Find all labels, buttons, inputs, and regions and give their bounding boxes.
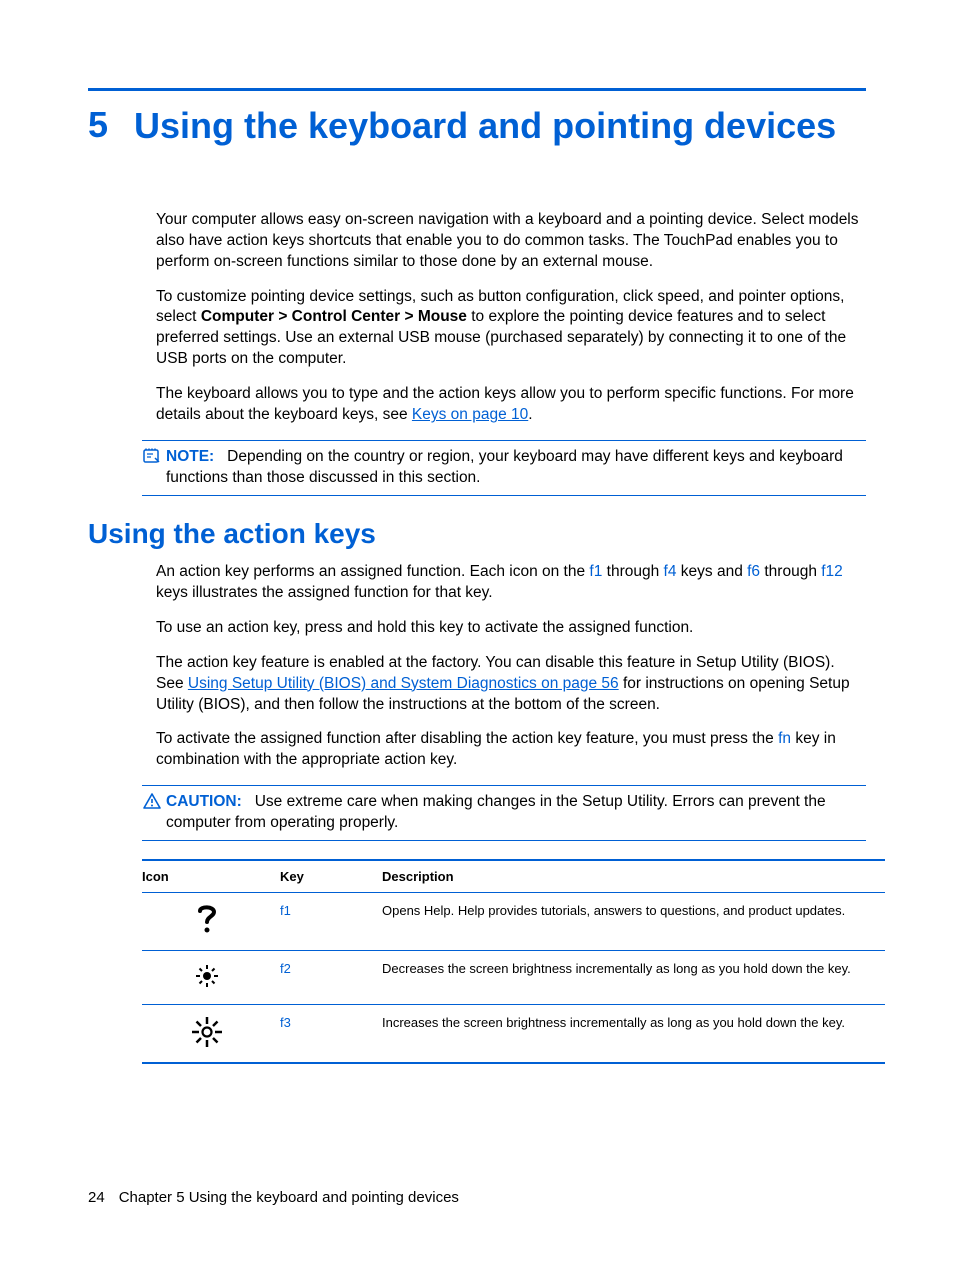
key-f1: f1 [589, 563, 602, 580]
caution-label: CAUTION: [166, 793, 242, 810]
desc-cell: Increases the screen brightness incremen… [382, 1005, 885, 1064]
text: To activate the assigned function after … [156, 730, 778, 747]
keys-link[interactable]: Keys on page 10 [412, 406, 528, 423]
action-key-table: Icon Key Description f1 Opens Help. Help… [142, 859, 885, 1064]
table-header-row: Icon Key Description [142, 860, 885, 893]
text: Depending on the country or region, your… [166, 448, 843, 486]
text: through [760, 563, 821, 580]
chapter-heading: 5 Using the keyboard and pointing device… [88, 103, 866, 150]
key-f6: f6 [747, 563, 760, 580]
warning-icon [142, 792, 162, 810]
intro-p2: To customize pointing device settings, s… [156, 287, 866, 371]
text: through [602, 563, 663, 580]
key-cell: f1 [280, 893, 382, 951]
desc-cell: Decreases the screen brightness incremen… [382, 951, 885, 1005]
brightness-down-icon [142, 951, 280, 1005]
page-footer: 24 Chapter 5 Using the keyboard and point… [88, 1189, 459, 1206]
menu-path: Computer > Control Center > Mouse [201, 308, 467, 325]
section-body: An action key performs an assigned funct… [88, 562, 866, 771]
note-text: NOTE: Depending on the country or region… [166, 447, 866, 489]
table-row: f3 Increases the screen brightness incre… [142, 1005, 885, 1064]
text: keys and [676, 563, 747, 580]
caution-callout: CAUTION: Use extreme care when making ch… [142, 785, 866, 841]
key-cell: f3 [280, 1005, 382, 1064]
section-heading: Using the action keys [88, 518, 866, 550]
note-callout: NOTE: Depending on the country or region… [142, 440, 866, 496]
intro-p3: The keyboard allows you to type and the … [156, 384, 866, 426]
section-p3: The action key feature is enabled at the… [156, 653, 866, 716]
key-f4: f4 [664, 563, 677, 580]
brightness-up-icon [142, 1005, 280, 1064]
th-icon: Icon [142, 860, 280, 893]
section-p1: An action key performs an assigned funct… [156, 562, 866, 604]
note-icon [142, 447, 162, 465]
chapter-title: Using the keyboard and pointing devices [134, 103, 836, 150]
section-p2: To use an action key, press and hold thi… [156, 618, 866, 639]
desc-cell: Opens Help. Help provides tutorials, ans… [382, 893, 885, 951]
key-cell: f2 [280, 951, 382, 1005]
caution-text: CAUTION: Use extreme care when making ch… [166, 792, 866, 834]
help-icon [142, 893, 280, 951]
text: Use extreme care when making changes in … [166, 793, 826, 831]
setup-utility-link[interactable]: Using Setup Utility (BIOS) and System Di… [188, 675, 619, 692]
key-fn: fn [778, 730, 791, 747]
intro-p1: Your computer allows easy on-screen navi… [156, 210, 866, 273]
top-rule [88, 88, 866, 91]
table-row: f2 Decreases the screen brightness incre… [142, 951, 885, 1005]
text: keys illustrates the assigned function f… [156, 584, 493, 601]
section-p4: To activate the assigned function after … [156, 729, 866, 771]
page-number: 24 [88, 1189, 105, 1206]
th-key: Key [280, 860, 382, 893]
note-label: NOTE: [166, 448, 214, 465]
intro-block: Your computer allows easy on-screen navi… [88, 210, 866, 426]
text: An action key performs an assigned funct… [156, 563, 589, 580]
footer-text: Chapter 5 Using the keyboard and pointin… [119, 1189, 459, 1206]
th-desc: Description [382, 860, 885, 893]
chapter-number: 5 [88, 103, 108, 146]
text: . [528, 406, 532, 423]
key-f12: f12 [821, 563, 843, 580]
table-row: f1 Opens Help. Help provides tutorials, … [142, 893, 885, 951]
